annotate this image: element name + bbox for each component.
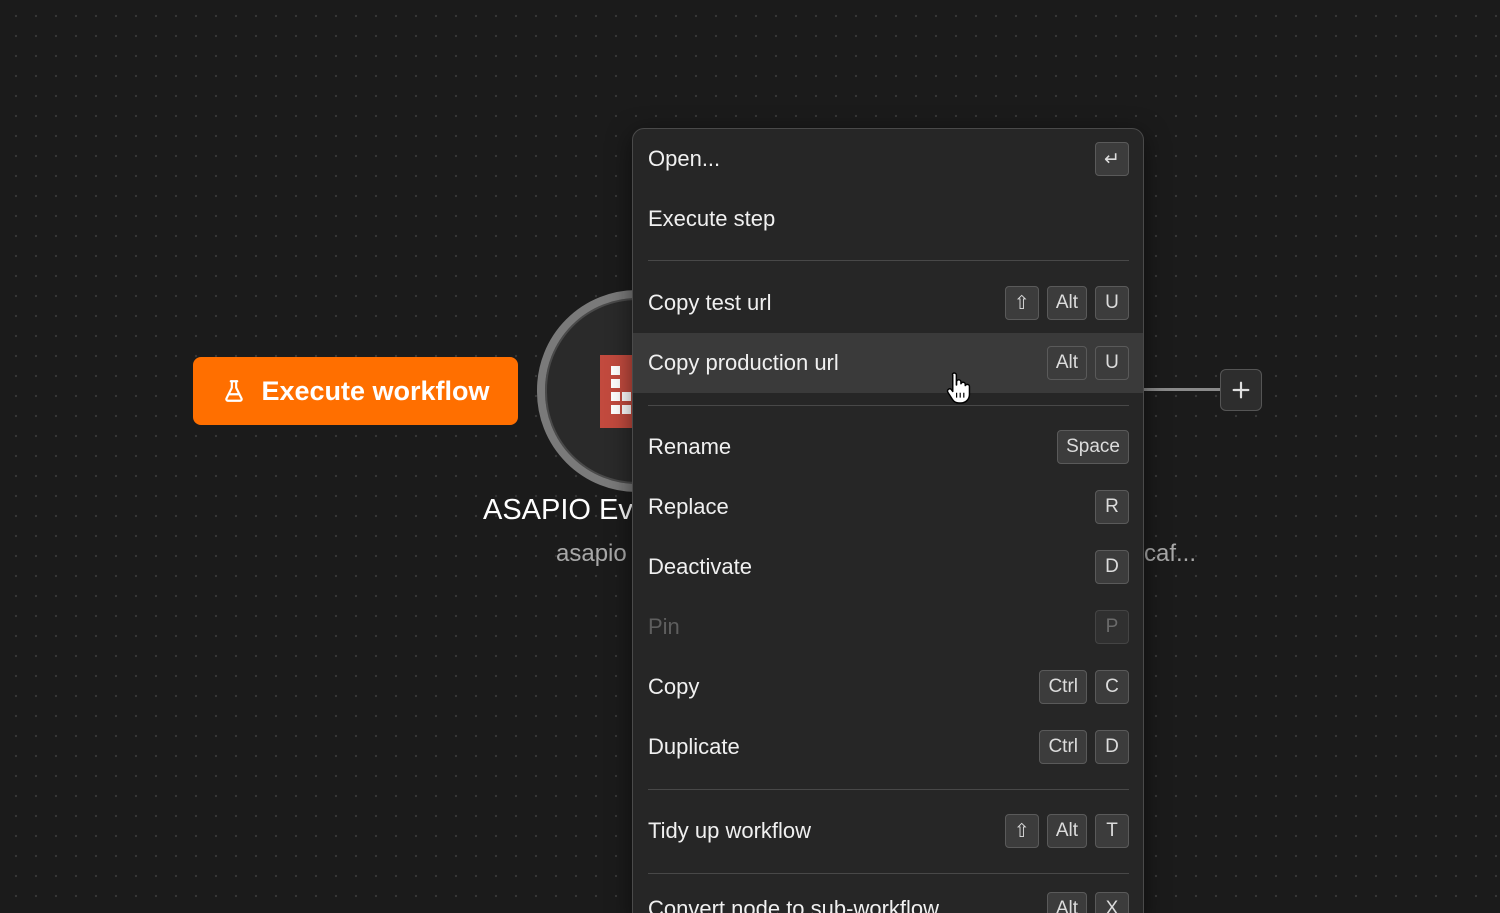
menu-divider [648, 873, 1129, 874]
menu-item-open[interactable]: Open... ↵ [633, 129, 1143, 189]
shortcut-key: C [1095, 670, 1129, 704]
menu-item-label: Deactivate [648, 554, 752, 579]
menu-item-label: Tidy up workflow [648, 818, 812, 843]
menu-item-copy-production-url[interactable]: Copy production url Alt U [633, 333, 1143, 393]
shortcut-key: R [1095, 490, 1129, 524]
node-title: ASAPIO Ev [483, 494, 633, 526]
menu-item-tidy-up-workflow[interactable]: Tidy up workflow ⇧ Alt T [633, 801, 1143, 861]
menu-divider [648, 405, 1129, 406]
shortcut-key: P [1095, 610, 1129, 644]
menu-item-label: Copy production url [648, 350, 839, 375]
shortcut-key: U [1095, 286, 1129, 320]
shortcut-key: X [1095, 892, 1129, 913]
menu-item-rename[interactable]: Rename Space [633, 417, 1143, 477]
menu-item-copy[interactable]: Copy Ctrl C [633, 657, 1143, 717]
menu-item-label: Copy [648, 674, 700, 699]
menu-item-label: Execute step [648, 206, 776, 231]
workflow-canvas[interactable]: Execute workflow ASAPIO Ev asapio caf...… [0, 0, 1500, 913]
shortcut-key: Alt [1046, 814, 1087, 848]
shortcut-key: Space [1057, 430, 1129, 464]
menu-item-label: Copy test url [648, 290, 772, 315]
menu-item-copy-test-url[interactable]: Copy test url ⇧ Alt U [633, 273, 1143, 333]
shortcut-key: Ctrl [1039, 670, 1087, 704]
shift-key-icon: ⇧ [1004, 286, 1039, 320]
node-subtitle: asapio [556, 540, 627, 567]
node-subtitle-overflow: caf... [1144, 540, 1197, 567]
shortcut-key: Ctrl [1039, 730, 1087, 764]
shift-key-icon: ⇧ [1004, 814, 1039, 848]
menu-item-label: Open... [648, 146, 721, 171]
menu-item-deactivate[interactable]: Deactivate D [633, 537, 1143, 597]
menu-item-execute-step[interactable]: Execute step [633, 189, 1143, 249]
execute-workflow-button[interactable]: Execute workflow [193, 357, 518, 425]
shortcut-key: D [1095, 730, 1129, 764]
shortcut-key: T [1095, 814, 1129, 848]
menu-item-duplicate[interactable]: Duplicate Ctrl D [633, 717, 1143, 777]
menu-item-label: Replace [648, 494, 729, 519]
menu-divider [648, 789, 1129, 790]
add-node-button[interactable] [1220, 369, 1262, 411]
plus-icon [1232, 381, 1250, 399]
node-context-menu: Open... ↵ Execute step Copy test url ⇧ A… [632, 128, 1144, 913]
menu-divider [648, 260, 1129, 261]
menu-item-replace[interactable]: Replace R [633, 477, 1143, 537]
menu-item-label: Rename [648, 434, 732, 459]
shortcut-key: D [1095, 550, 1129, 584]
menu-item-label: Pin [648, 614, 680, 639]
menu-item-label: Convert node to sub-workflow [648, 896, 940, 913]
hand-pointer-cursor-icon [946, 372, 971, 404]
flask-icon [225, 380, 244, 402]
shortcut-key: U [1095, 346, 1129, 380]
node-connector [1142, 388, 1222, 391]
menu-item-pin: Pin P [633, 597, 1143, 657]
shortcut-key: Alt [1046, 346, 1087, 380]
menu-item-label: Duplicate [648, 734, 740, 759]
shortcut-key: Alt [1046, 286, 1087, 320]
shortcut-key: Alt [1046, 892, 1087, 913]
menu-item-convert-to-sub-workflow[interactable]: Convert node to sub-workflow Alt X [633, 879, 1143, 913]
enter-key-icon: ↵ [1095, 142, 1129, 176]
execute-workflow-label: Execute workflow [261, 375, 490, 406]
